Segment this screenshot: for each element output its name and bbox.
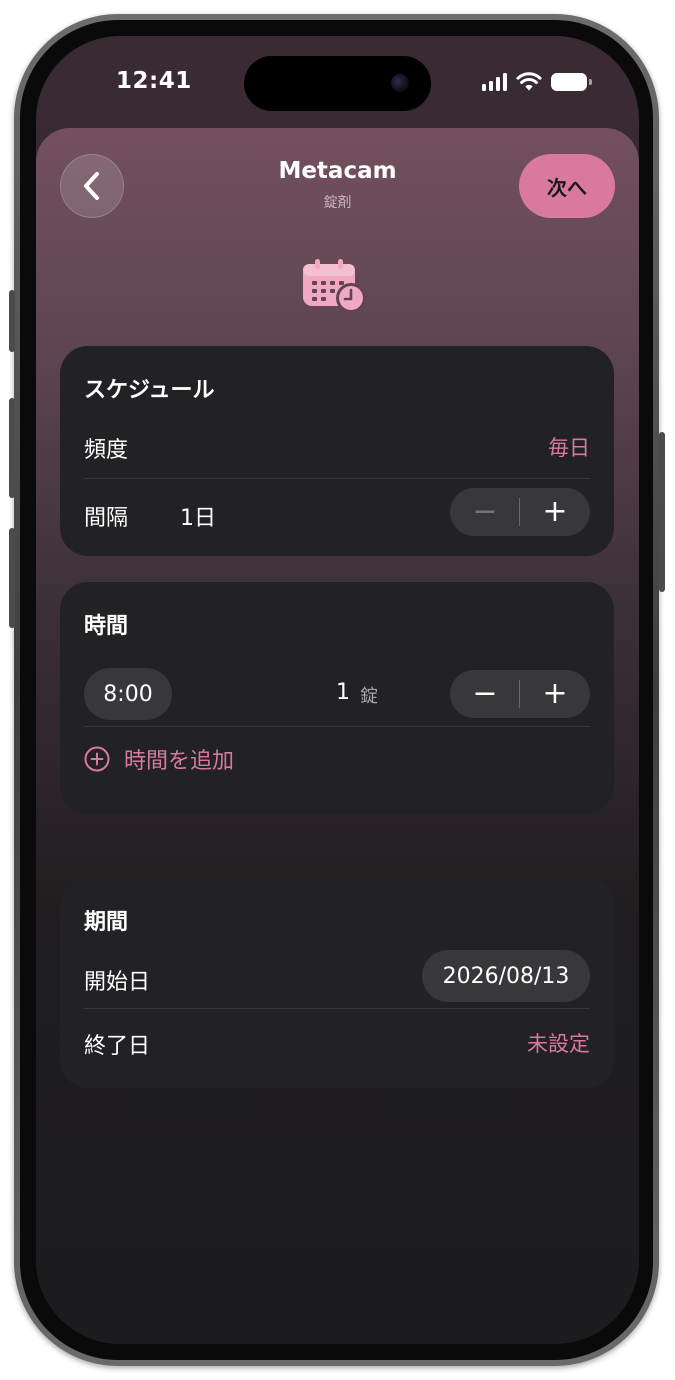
dose-decrement-button[interactable]: − <box>450 670 520 718</box>
divider <box>84 478 590 479</box>
schedule-title: スケジュール <box>84 378 215 403</box>
interval-decrement-button[interactable]: − <box>450 488 520 536</box>
period-title: 期間 <box>84 910 129 935</box>
power-button <box>659 432 665 592</box>
dose-unit: 錠 <box>360 686 378 707</box>
dose-time-button[interactable]: 8:00 <box>84 668 172 720</box>
status-bar: 12:41 <box>36 36 639 126</box>
volume-up-button <box>9 398 15 498</box>
wifi-icon <box>516 72 542 91</box>
interval-increment-button[interactable]: + <box>520 488 590 536</box>
end-date-label: 終了日 <box>84 1034 151 1059</box>
add-time-label: 時間を追加 <box>124 749 235 774</box>
time-card: 時間 8:00 1 錠 − + 時間を追加 <box>60 582 614 814</box>
modal-sheet: Metacam 錠剤 次へ スケジュール 頻度 毎日 間隔 1日 − + 時間 … <box>36 128 639 1344</box>
interval-stepper: − + <box>450 488 590 536</box>
dose-increment-button[interactable]: + <box>520 670 590 718</box>
period-card: 期間 開始日 2026/08/13 終了日 未設定 <box>60 878 614 1088</box>
dynamic-island <box>244 56 431 111</box>
start-date-button[interactable]: 2026/08/13 <box>422 950 590 1002</box>
add-time-button[interactable]: 時間を追加 <box>84 744 234 774</box>
dose-quantity: 1 <box>336 680 350 705</box>
action-button <box>9 290 15 352</box>
end-date-value[interactable]: 未設定 <box>527 1028 590 1058</box>
dose-stepper: − + <box>450 670 590 718</box>
status-icons <box>482 72 592 91</box>
interval-value: 1日 <box>180 506 216 531</box>
time-title: 時間 <box>84 614 129 639</box>
interval-label: 間隔 <box>84 506 129 531</box>
next-button[interactable]: 次へ <box>519 154 615 218</box>
plus-circle-icon <box>84 746 110 772</box>
schedule-card: スケジュール 頻度 毎日 間隔 1日 − + <box>60 346 614 556</box>
divider <box>84 726 590 727</box>
screen: 12:41 Metacam 錠剤 次へ スケジュール 頻度 毎日 間隔 1日 −… <box>36 36 639 1344</box>
start-date-label: 開始日 <box>84 970 151 995</box>
divider <box>84 1008 590 1009</box>
status-time: 12:41 <box>116 68 192 94</box>
camera-icon <box>391 74 409 92</box>
frequency-label: 頻度 <box>84 438 129 463</box>
frequency-value[interactable]: 毎日 <box>548 432 590 462</box>
cellular-signal-icon <box>482 72 507 91</box>
battery-icon <box>551 72 592 91</box>
calendar-clock-icon <box>303 259 366 313</box>
volume-down-button <box>9 528 15 628</box>
